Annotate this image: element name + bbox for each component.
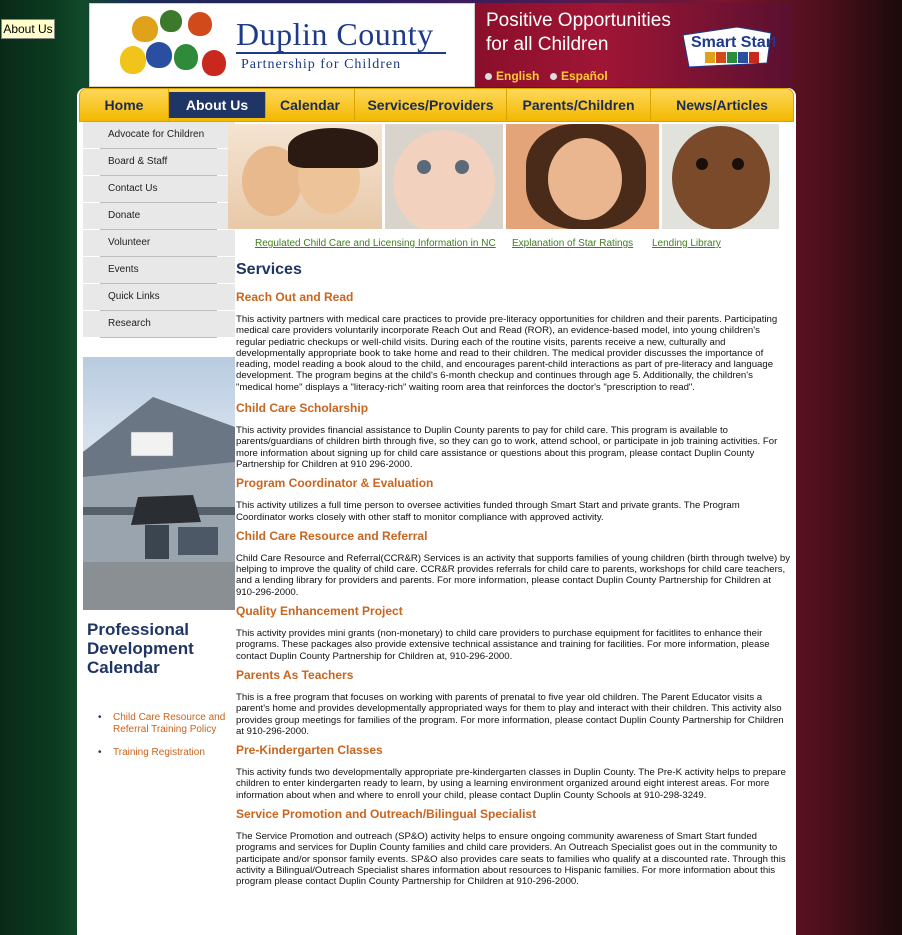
photo-baby: [384, 124, 503, 229]
sidebar: Advocate for Children Board & Staff Cont…: [83, 122, 235, 338]
smart-start-logo[interactable]: Smart Start: [679, 23, 775, 69]
pd-link-training-registration[interactable]: Training Registration: [98, 747, 228, 759]
section-heading: Child Care Resource and Referral: [236, 528, 428, 543]
hand-print-icon: [202, 50, 226, 76]
building-illustration: [83, 397, 235, 610]
nav-about-us[interactable]: About Us: [169, 92, 266, 118]
language-spanish-label: Español: [561, 69, 608, 83]
nav-services-providers[interactable]: Services/Providers: [355, 89, 507, 121]
promo-text: Positive Opportunities for all Children: [486, 9, 671, 57]
section-body: This activity partners with medical care…: [236, 314, 778, 393]
services-content: Services Reach Out and Read This activit…: [236, 260, 792, 888]
promo-banner: Positive Opportunities for all Children …: [475, 3, 792, 87]
logo-subtitle: Partnership for Children: [241, 57, 402, 72]
hand-print-icon: [160, 10, 182, 32]
pd-calendar-title: Professional Development Calendar: [87, 620, 194, 677]
section-body: This activity provides financial assista…: [236, 425, 778, 470]
page-title: Services: [236, 261, 302, 278]
logo-divider: [236, 52, 446, 54]
sidebar-item-events[interactable]: Events: [83, 257, 235, 284]
pd-link-ccrr-policy[interactable]: Child Care Resource and Referral Trainin…: [98, 712, 228, 736]
hand-print-icon: [132, 16, 158, 42]
site-logo[interactable]: Duplin County Partnership for Children: [89, 3, 475, 87]
language-english[interactable]: English: [485, 69, 539, 83]
radio-icon: [550, 73, 557, 80]
pd-links: Child Care Resource and Referral Trainin…: [98, 712, 228, 770]
nav-news-articles[interactable]: News/Articles: [651, 89, 793, 121]
sidebar-item-donate[interactable]: Donate: [83, 203, 235, 230]
section-heading: Parents As Teachers: [236, 667, 354, 682]
sidebar-item-research[interactable]: Research: [83, 311, 235, 338]
section-body: This is a free program that focuses on w…: [236, 691, 784, 737]
language-spanish[interactable]: Español: [550, 69, 608, 83]
sidebar-item-advocate[interactable]: Advocate for Children: [83, 122, 235, 149]
section-body: This activity provides mini grants (non-…: [236, 628, 770, 662]
section-body: The Service Promotion and outreach (SP&O…: [236, 831, 786, 888]
photo-two-kids: [228, 124, 382, 229]
promo-line-1: Positive Opportunities: [486, 10, 671, 31]
hand-print-icon: [146, 42, 172, 68]
section-heading: Child Care Scholarship: [236, 401, 369, 416]
building-photo: [83, 357, 235, 610]
link-regulated-child-care[interactable]: Regulated Child Care and Licensing Infor…: [255, 238, 496, 249]
tooltip: About Us: [1, 19, 55, 39]
section-body: Child Care Resource and Referral(CCR&R) …: [236, 552, 791, 598]
section-body: This activity funds two developmentally …: [236, 767, 786, 801]
link-star-ratings[interactable]: Explanation of Star Ratings: [512, 238, 633, 249]
sidebar-menu: Advocate for Children Board & Staff Cont…: [83, 122, 235, 338]
sidebar-item-contact[interactable]: Contact Us: [83, 176, 235, 203]
section-heading: Service Promotion and Outreach/Bilingual…: [236, 807, 537, 822]
nav-calendar[interactable]: Calendar: [266, 89, 355, 121]
sidebar-item-board-staff[interactable]: Board & Staff: [83, 149, 235, 176]
link-lending-library[interactable]: Lending Library: [652, 238, 721, 249]
section-heading: Reach Out and Read: [236, 290, 354, 304]
main-nav: Home About Us Calendar Services/Provider…: [79, 88, 794, 122]
language-english-label: English: [496, 69, 540, 83]
promo-line-2: for all Children: [486, 34, 609, 55]
children-photo-strip: [228, 124, 779, 229]
photo-toddler: [662, 124, 779, 229]
hand-print-icon: [174, 44, 198, 70]
photo-girl: [505, 124, 660, 229]
logo-title: Duplin County: [236, 16, 434, 52]
radio-icon: [485, 73, 492, 80]
sidebar-item-volunteer[interactable]: Volunteer: [83, 230, 235, 257]
nav-parents-children[interactable]: Parents/Children: [507, 89, 651, 121]
section-heading: Pre-Kindergarten Classes: [236, 743, 383, 758]
section-heading: Quality Enhancement Project: [236, 604, 403, 619]
section-body: This activity utilizes a full time perso…: [236, 500, 740, 523]
nav-home[interactable]: Home: [80, 89, 169, 121]
hand-print-icon: [188, 12, 212, 36]
sidebar-item-quick-links[interactable]: Quick Links: [83, 284, 235, 311]
hand-print-icon: [120, 46, 146, 74]
site-header: Duplin County Partnership for Children P…: [89, 3, 792, 87]
section-heading: Program Coordinator & Evaluation: [236, 476, 434, 491]
smart-start-text: Smart Start: [691, 34, 775, 51]
